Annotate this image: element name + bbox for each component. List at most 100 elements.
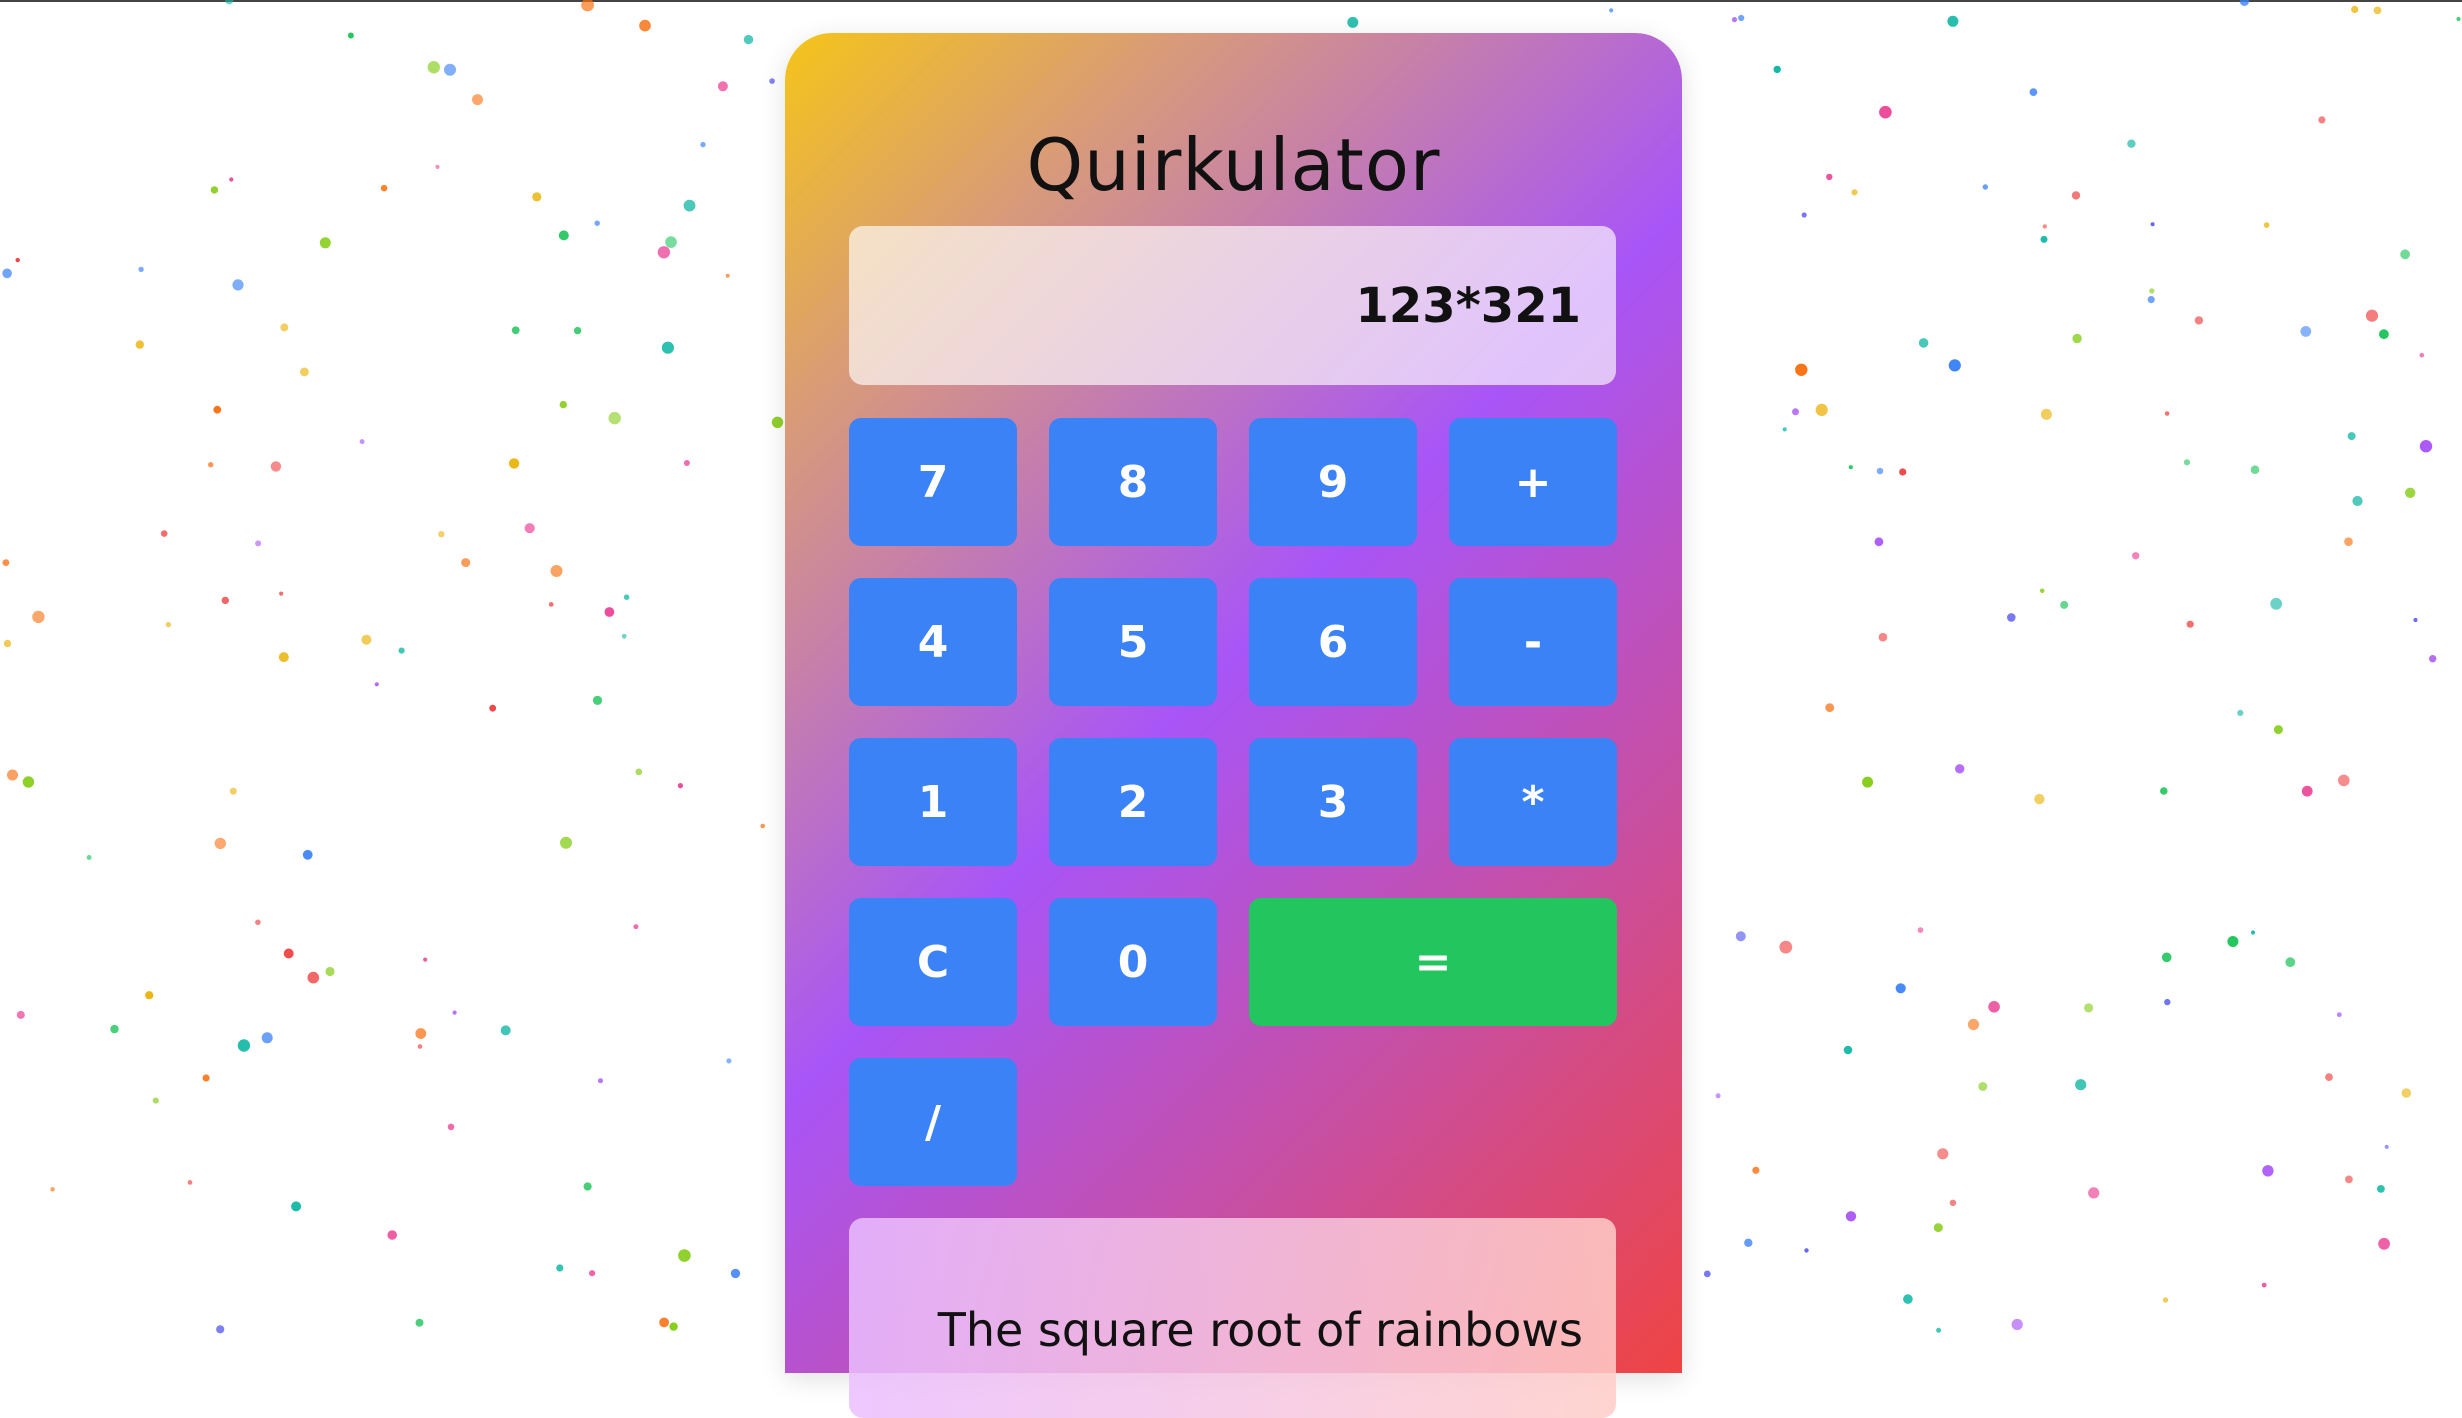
confetti-dot — [730, 1268, 741, 1279]
confetti-dot — [2, 268, 12, 279]
confetti-dot — [221, 596, 229, 605]
key-3[interactable]: 3 — [1249, 738, 1417, 866]
confetti-dot — [1879, 105, 1892, 119]
confetti-dot — [604, 607, 615, 617]
confetti-dot — [2379, 329, 2389, 340]
confetti-dot — [2075, 1079, 2087, 1091]
key-2[interactable]: 2 — [1049, 738, 1217, 866]
confetti-dot — [2250, 465, 2260, 475]
confetti-dot — [1903, 1294, 1913, 1304]
confetti-dot — [2373, 6, 2382, 15]
confetti-dot — [1982, 184, 1989, 190]
key-minus[interactable]: - — [1449, 578, 1617, 706]
confetti-dot — [255, 540, 262, 547]
confetti-dot — [2413, 617, 2418, 623]
confetti-dot — [2160, 787, 2168, 795]
confetti-dot — [2250, 930, 2256, 935]
confetti-dot — [548, 602, 554, 607]
confetti-dot — [237, 1039, 251, 1052]
confetti-dot — [270, 461, 282, 472]
confetti-dot — [280, 323, 289, 332]
key-0[interactable]: 0 — [1049, 898, 1217, 1026]
confetti-dot — [583, 1182, 592, 1191]
key-multiply[interactable]: * — [1449, 738, 1617, 866]
confetti-dot — [2347, 432, 2356, 441]
confetti-dot — [589, 1270, 596, 1277]
confetti-dot — [2365, 309, 2379, 322]
confetti-dot — [2011, 1318, 2023, 1331]
confetti-dot — [427, 60, 440, 74]
confetti-dot — [1848, 465, 1853, 470]
key-plus[interactable]: + — [1449, 418, 1617, 546]
confetti-dot — [1917, 927, 1924, 933]
confetti-dot — [255, 919, 261, 926]
confetti-dot — [202, 1074, 210, 1082]
confetti-dot — [229, 787, 237, 795]
key-5[interactable]: 5 — [1049, 578, 1217, 706]
confetti-dot — [22, 776, 35, 788]
confetti-dot — [1738, 14, 1745, 22]
confetti-dot — [1609, 8, 1614, 13]
confetti-dot — [2239, 0, 2249, 6]
confetti-dot — [278, 652, 289, 663]
confetti-dot — [558, 230, 569, 241]
confetti-dot — [760, 823, 765, 829]
confetti-dot — [592, 695, 603, 706]
confetti-dot — [573, 326, 582, 335]
confetti-dot — [1895, 983, 1906, 994]
key-clear[interactable]: C — [849, 898, 1017, 1026]
confetti-dot — [1988, 1001, 2000, 1013]
confetti-dot — [665, 236, 677, 248]
confetti-dot — [2419, 352, 2425, 358]
key-6[interactable]: 6 — [1249, 578, 1417, 706]
confetti-dot — [15, 257, 20, 263]
confetti-dot — [489, 704, 497, 712]
key-1[interactable]: 1 — [849, 738, 1017, 866]
confetti-dot — [1845, 1211, 1857, 1222]
confetti-dot — [1843, 1045, 1853, 1055]
confetti-dot — [2194, 316, 2204, 325]
confetti-dot — [659, 1317, 669, 1328]
confetti-dot — [1782, 427, 1787, 432]
confetti-dot — [1936, 1327, 1942, 1333]
confetti-dot — [511, 326, 520, 335]
key-4[interactable]: 4 — [849, 578, 1017, 706]
confetti-dot — [2227, 936, 2239, 947]
confetti-dot — [2336, 1012, 2342, 1018]
confetti-dot — [279, 591, 284, 596]
confetti-dot — [524, 523, 535, 534]
confetti-dot — [2384, 1144, 2389, 1149]
key-9[interactable]: 9 — [1249, 418, 1417, 546]
confetti-dot — [16, 1010, 25, 1019]
confetti-dot — [2377, 1185, 2385, 1193]
quirky-message-box: The square root of rainbows — [849, 1218, 1616, 1418]
confetti-dot — [2345, 1175, 2353, 1184]
confetti-dot — [550, 565, 563, 577]
confetti-dot — [1899, 468, 1907, 476]
confetti-dot — [3, 639, 12, 648]
key-divide[interactable]: / — [849, 1058, 1017, 1186]
confetti-dot — [581, 0, 594, 12]
confetti-dot — [556, 1264, 564, 1272]
confetti-dot — [2270, 597, 2283, 610]
confetti-dot — [2040, 235, 2048, 243]
confetti-dot — [165, 621, 172, 628]
confetti-dot — [2419, 440, 2433, 453]
key-8[interactable]: 8 — [1049, 418, 1217, 546]
confetti-dot — [2429, 655, 2437, 663]
confetti-dot — [438, 531, 445, 538]
confetti-dot — [2164, 998, 2171, 1006]
confetti-dot — [2325, 1073, 2333, 1081]
confetti-dot — [2456, 16, 2461, 22]
display-expression: 123*321 — [1355, 278, 1582, 334]
confetti-dot — [216, 1325, 225, 1334]
key-equals[interactable]: = — [1249, 898, 1617, 1026]
confetti-dot — [417, 1044, 423, 1049]
key-7[interactable]: 7 — [849, 418, 1017, 546]
confetti-dot — [214, 837, 226, 850]
confetti-dot — [210, 186, 219, 194]
confetti-dot — [2186, 620, 2194, 628]
confetti-dot — [2352, 495, 2363, 507]
confetti-dot — [608, 411, 621, 425]
app-title: Quirkulator — [1026, 123, 1441, 207]
